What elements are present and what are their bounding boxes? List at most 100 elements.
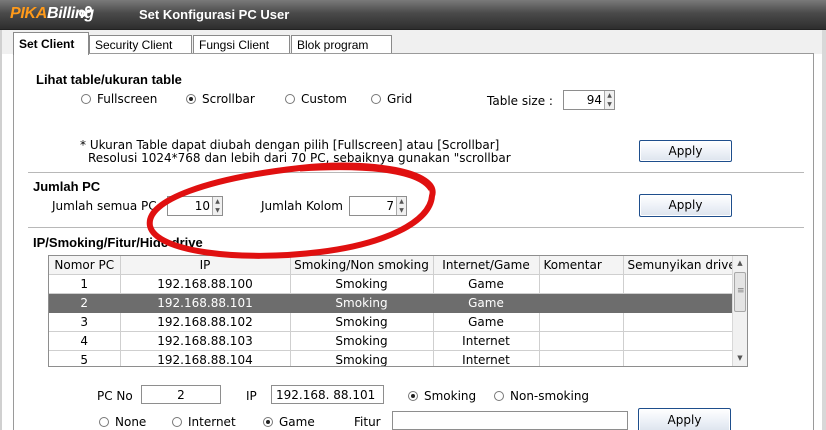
cell-ip: 192.168.88.101: [120, 293, 291, 313]
scroll-thumb[interactable]: [734, 272, 746, 312]
table-row[interactable]: 5 192.168.88.104 Smoking Internet: [49, 350, 734, 366]
column-header[interactable]: IP: [120, 256, 291, 275]
table-header-row: Nomor PC IP Smoking/Non smoking Internet…: [49, 256, 734, 275]
divider: [28, 172, 804, 173]
column-header[interactable]: Semunyikan drive: [623, 256, 734, 275]
cell-nomor-pc: 3: [49, 312, 121, 332]
jumlah-kolom-value: 7: [386, 199, 394, 213]
cell-nomor-pc: 2: [49, 293, 121, 313]
pc-table[interactable]: Nomor PC IP Smoking/Non smoking Internet…: [48, 255, 748, 367]
radio-grid[interactable]: Grid: [371, 92, 412, 106]
apply-table-view-button[interactable]: Apply: [639, 140, 732, 162]
table-size-spinner[interactable]: 94 ▲ ▼: [563, 90, 615, 110]
radio-grid-circle[interactable]: [371, 94, 381, 104]
radio-fullscreen[interactable]: Fullscreen: [81, 92, 157, 106]
table-note-line1: * Ukuran Table dapat diubah dengan pilih…: [80, 138, 500, 152]
radio-non-smoking-circle[interactable]: [494, 391, 504, 401]
jumlah-semua-pc-value: 10: [194, 199, 210, 213]
title-bar: PIKABilling Set Konfigurasi PC User: [0, 0, 826, 30]
cell-komentar: [539, 274, 624, 294]
column-header[interactable]: Internet/Game: [433, 256, 540, 275]
apply-edit-button[interactable]: Apply: [638, 408, 731, 430]
table-view-heading: Lihat table/ukuran table: [36, 72, 182, 87]
pc-no-field[interactable]: 2: [141, 385, 221, 404]
jumlah-kolom-label: Jumlah Kolom: [261, 199, 343, 213]
radio-internet[interactable]: Internet: [172, 415, 236, 429]
tab-fungsi-client[interactable]: Fungsi Client: [193, 35, 290, 54]
radio-none-circle[interactable]: [99, 417, 109, 427]
table-row[interactable]: 4 192.168.88.103 Smoking Internet: [49, 331, 734, 351]
scroll-down-icon[interactable]: ▼: [733, 351, 747, 366]
cell-hide-drive: [623, 312, 734, 332]
cell-komentar: [539, 293, 624, 313]
tab-set-client[interactable]: Set Client: [13, 32, 89, 55]
radio-non-smoking[interactable]: Non-smoking: [494, 389, 589, 403]
cell-hide-drive: [623, 274, 734, 294]
cell-hide-drive: [623, 350, 734, 366]
fitur-label: Fitur: [354, 415, 381, 429]
cell-ip: 192.168.88.104: [120, 350, 291, 366]
cell-nomor-pc: 5: [49, 350, 121, 366]
cell-smoking: Smoking: [290, 293, 434, 313]
window-frame-right: [822, 30, 826, 430]
scroll-up-icon[interactable]: ▲: [733, 256, 747, 271]
cell-ip: 192.168.88.102: [120, 312, 291, 332]
window-frame-left: [0, 30, 2, 430]
radio-scrollbar-circle[interactable]: [186, 94, 196, 104]
table-row-selected[interactable]: 2 192.168.88.101 Smoking Game: [49, 293, 734, 313]
table-scrollbar[interactable]: ▲ ▼: [732, 256, 747, 366]
fitur-field[interactable]: [392, 411, 628, 430]
apply-jumlah-pc-button[interactable]: Apply: [639, 194, 732, 217]
jumlah-kolom-spinner[interactable]: 7 ▲ ▼: [349, 196, 407, 216]
cell-internet-game: Internet: [433, 331, 540, 351]
column-header[interactable]: Nomor PC: [49, 256, 121, 275]
cell-smoking: Smoking: [290, 312, 434, 332]
pc-no-label: PC No: [97, 389, 133, 403]
cell-ip: 192.168.88.103: [120, 331, 291, 351]
cell-ip: 192.168.88.100: [120, 274, 291, 294]
jumlah-semua-pc-label: Jumlah semua PC: [52, 199, 157, 213]
cell-internet-game: Game: [433, 274, 540, 294]
ip-field[interactable]: 192.168. 88.101: [271, 385, 384, 404]
column-header[interactable]: Komentar: [539, 256, 624, 275]
cell-komentar: [539, 312, 624, 332]
radio-smoking-circle[interactable]: [408, 391, 418, 401]
ip-section-heading: IP/Smoking/Fitur/Hide drive: [33, 235, 203, 250]
cell-komentar: [539, 350, 624, 366]
radio-custom-circle[interactable]: [285, 94, 295, 104]
cell-smoking: Smoking: [290, 331, 434, 351]
spinner-arrows-icon[interactable]: ▲ ▼: [604, 91, 614, 109]
window-title: Set Konfigurasi PC User: [139, 7, 290, 22]
radio-game-circle[interactable]: [263, 417, 273, 427]
cell-nomor-pc: 1: [49, 274, 121, 294]
spinner-arrows-icon[interactable]: ▲ ▼: [212, 197, 222, 215]
tab-security-client[interactable]: Security Client: [89, 35, 192, 54]
ip-label: IP: [246, 389, 257, 403]
tab-bar: Set Client Security Client Fungsi Client…: [0, 30, 826, 55]
spinner-arrows-icon[interactable]: ▲ ▼: [396, 197, 406, 215]
table-size-value: 94: [586, 93, 602, 107]
cell-internet-game: Game: [433, 293, 540, 313]
cell-internet-game: Internet: [433, 350, 540, 366]
radio-game[interactable]: Game: [263, 415, 315, 429]
radio-none[interactable]: None: [99, 415, 146, 429]
divider: [28, 227, 804, 228]
jumlah-pc-heading: Jumlah PC: [33, 179, 101, 194]
cell-nomor-pc: 4: [49, 331, 121, 351]
cell-hide-drive: [623, 293, 734, 313]
table-size-label: Table size :: [487, 94, 553, 108]
cell-komentar: [539, 331, 624, 351]
cell-smoking: Smoking: [290, 350, 434, 366]
column-header[interactable]: Smoking/Non smoking: [290, 256, 434, 275]
radio-internet-circle[interactable]: [172, 417, 182, 427]
radio-fullscreen-circle[interactable]: [81, 94, 91, 104]
radio-custom[interactable]: Custom: [285, 92, 347, 106]
radio-scrollbar[interactable]: Scrollbar: [186, 92, 255, 106]
cell-internet-game: Game: [433, 312, 540, 332]
radio-smoking[interactable]: Smoking: [408, 389, 476, 403]
table-row[interactable]: 3 192.168.88.102 Smoking Game: [49, 312, 734, 332]
jumlah-semua-pc-spinner[interactable]: 10 ▲ ▼: [167, 196, 223, 216]
logo-rings-icon: [79, 6, 93, 18]
tab-blok-program[interactable]: Blok program: [291, 35, 392, 54]
table-row[interactable]: 1 192.168.88.100 Smoking Game: [49, 274, 734, 294]
